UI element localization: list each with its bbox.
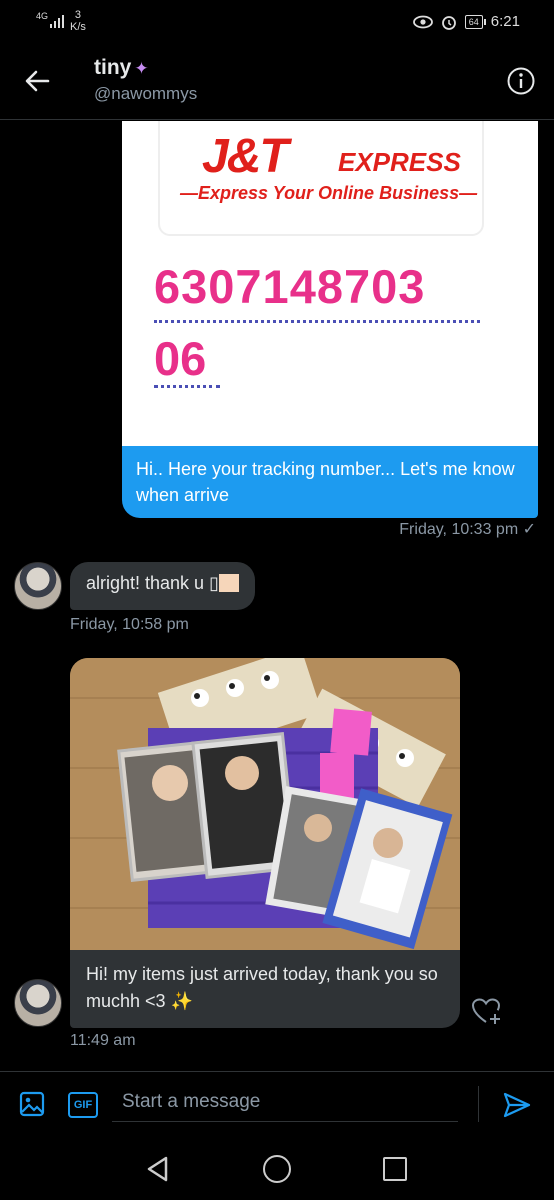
jt-logo-text: J&T bbox=[202, 130, 289, 183]
status-bar: 4G 3 K/s 64 6:21 bbox=[0, 0, 554, 44]
battery-icon: 64 bbox=[464, 14, 486, 29]
dotted-underline bbox=[154, 385, 220, 388]
jt-express-logo: J&T EXPRESS —Express Your Online Busines… bbox=[158, 121, 484, 236]
received-message-text: alright! thank u bbox=[86, 573, 205, 593]
received-message[interactable]: alright! thank u ▯ bbox=[70, 562, 255, 610]
received-message[interactable]: Hi! my items just arrived today, thank y… bbox=[70, 950, 460, 1028]
message-composer: GIF bbox=[0, 1071, 554, 1135]
sent-image-tracking[interactable]: J&T EXPRESS —Express Your Online Busines… bbox=[122, 121, 538, 447]
avatar[interactable] bbox=[14, 562, 62, 610]
sent-message[interactable]: Hi.. Here your tracking number... Let's … bbox=[122, 446, 538, 518]
gif-button[interactable]: GIF bbox=[68, 1092, 98, 1118]
eye-comfort-icon bbox=[412, 15, 433, 28]
signal-icon bbox=[50, 14, 66, 28]
nav-home-icon[interactable] bbox=[263, 1155, 291, 1183]
missing-glyph: ▯ bbox=[209, 573, 219, 593]
network-speed-value: 3 bbox=[74, 9, 82, 21]
dotted-underline bbox=[154, 320, 480, 323]
tracking-number-line1: 6307148703 bbox=[154, 260, 426, 313]
clock: 6:21 bbox=[490, 13, 520, 30]
status-icons: 64 6:21 bbox=[412, 13, 520, 30]
composer-divider bbox=[478, 1086, 479, 1122]
contact-name-row[interactable]: tiny ✦ bbox=[94, 56, 149, 80]
contact-name: tiny bbox=[94, 56, 132, 79]
fairy-emoji-icon: ✦ bbox=[134, 59, 149, 78]
system-nav-bar bbox=[0, 1135, 554, 1200]
skin-tone-emoji-icon bbox=[219, 574, 239, 592]
received-photo[interactable] bbox=[70, 658, 460, 950]
sent-timestamp: Friday, 10:33 pm ✓ bbox=[399, 521, 536, 538]
network-speed: 3 K/s bbox=[70, 9, 86, 33]
image-icon[interactable] bbox=[18, 1090, 46, 1118]
received-timestamp: Friday, 10:58 pm bbox=[70, 616, 189, 633]
tracking-number-line2: 06 bbox=[154, 332, 207, 385]
info-icon[interactable] bbox=[506, 66, 536, 96]
alarm-icon bbox=[441, 15, 456, 30]
received-message-text: Hi! my items just arrived today, thank y… bbox=[86, 964, 438, 1011]
message-input[interactable] bbox=[112, 1082, 458, 1122]
message-list[interactable]: J&T EXPRESS —Express Your Online Busines… bbox=[0, 121, 554, 1071]
back-arrow-icon[interactable] bbox=[22, 66, 52, 96]
photocards-photo-icon bbox=[70, 658, 460, 950]
received-timestamp: 11:49 am bbox=[70, 1032, 136, 1049]
network-speed-unit: K/s bbox=[70, 21, 86, 33]
nav-recents-icon[interactable] bbox=[383, 1157, 407, 1181]
send-icon[interactable] bbox=[502, 1090, 532, 1120]
add-reaction-heart-icon[interactable] bbox=[470, 995, 502, 1027]
nav-back-icon[interactable] bbox=[144, 1155, 172, 1183]
network-type: 4G bbox=[36, 11, 49, 21]
jt-tagline: —Express Your Online Business— bbox=[180, 183, 478, 203]
sparkles-emoji-icon: ✨ bbox=[170, 991, 193, 1011]
jt-express-text: EXPRESS bbox=[338, 147, 461, 177]
contact-handle: @nawommys bbox=[94, 84, 198, 103]
conversation-header: tiny ✦ @nawommys bbox=[0, 44, 554, 120]
avatar[interactable] bbox=[14, 979, 62, 1027]
